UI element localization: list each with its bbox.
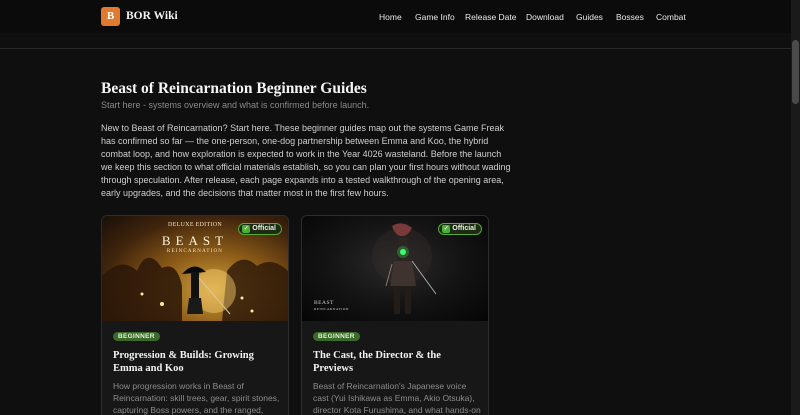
nav-game-info[interactable]: Game Info [415,12,455,22]
scrollbar-thumb[interactable] [792,40,799,104]
page-subtitle: Start here - systems overview and what i… [101,100,370,110]
nav-release-date[interactable]: Release Date [465,12,517,22]
nav-home[interactable]: Home [379,12,402,22]
card-description: How progression works in Beast of Reinca… [113,381,280,415]
page-scrollbar[interactable] [791,0,800,415]
card-title[interactable]: The Cast, the Director & the Previews [313,349,481,375]
nav-combat[interactable]: Combat [656,12,686,22]
nav-guides[interactable]: Guides [576,12,603,22]
card-image-deluxe-edition[interactable]: DELUXE EDITION BEAST REINCARNATION ✓ Offi… [102,216,288,321]
difficulty-tag: BEGINNER [313,332,360,341]
card-image-emma-character[interactable]: BEAST REINCARNATION ✓ Official [302,216,488,321]
guide-card-cast-director[interactable]: BEAST REINCARNATION ✓ Official BEGINNER Th… [301,215,489,415]
check-icon: ✓ [442,225,451,233]
beast-logo-text: BEAST [161,233,229,248]
official-badge: ✓ Official [438,223,482,235]
official-badge: ✓ Official [238,223,282,235]
header-divider [0,48,791,49]
top-navbar: B BOR Wiki Home Game Info Release Date D… [0,0,791,33]
beast-small-logo: BEAST REINCARNATION [314,300,349,311]
card-title[interactable]: Progression & Builds: Growing Emma and K… [113,349,281,375]
nav-download[interactable]: Download [526,12,564,22]
card-description: Beast of Reincarnation's Japanese voice … [313,381,481,415]
guide-card-progression[interactable]: DELUXE EDITION BEAST REINCARNATION ✓ Offi… [101,215,289,415]
difficulty-tag: BEGINNER [113,332,160,341]
check-icon: ✓ [242,225,251,233]
main-nav: Home Game Info Release Date Download Gui… [0,12,686,26]
intro-paragraph: New to Beast of Reincarnation? Start her… [101,123,511,198]
page-title: Beast of Reincarnation Beginner Guides [101,80,367,97]
nav-bosses[interactable]: Bosses [616,12,644,22]
reincarnation-logo-text: REINCARNATION [166,249,224,254]
